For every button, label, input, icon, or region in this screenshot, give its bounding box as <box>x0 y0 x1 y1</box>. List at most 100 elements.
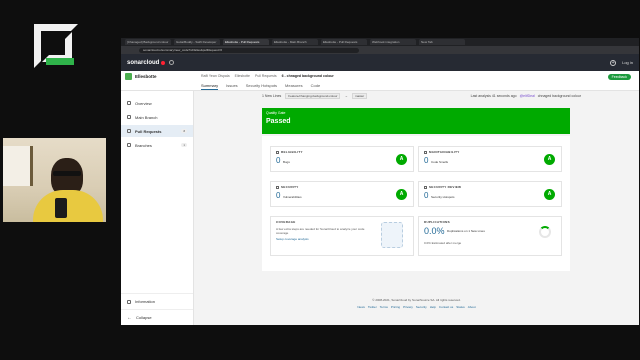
project-name[interactable]: Ellesbotte <box>135 74 157 79</box>
brand-name: sonarcloud <box>127 59 160 66</box>
browser-tab[interactable]: [Chanaged] Background colour <box>125 39 171 45</box>
phone <box>55 198 67 218</box>
duplications-donut-icon <box>539 226 551 238</box>
top-navigation: sonarcloud + Log in <box>121 54 639 71</box>
sidebar-item-label: Information <box>135 299 156 304</box>
tab-summary[interactable]: Summary <box>201 83 219 90</box>
sonarcloud-logo[interactable]: sonarcloud <box>127 59 175 66</box>
coverage-message: A few extra steps are needed for SonarCl… <box>276 227 365 235</box>
browser-tab[interactable]: New Tab <box>419 39 465 45</box>
sidebar-item-pull-requests[interactable]: Pull Requests 2 <box>121 125 193 137</box>
commit-author[interactable]: @elifDeal <box>520 94 535 98</box>
footer-link-security[interactable]: Security <box>416 305 427 309</box>
footer-link-help[interactable]: Help <box>430 305 436 309</box>
sidebar-item-label: Main Branch <box>135 114 158 120</box>
sidebar-item-label: Collapse <box>136 315 152 320</box>
vulnerabilities-count[interactable]: 0 <box>276 191 280 200</box>
collapse-arrow-icon: ← <box>127 314 132 321</box>
tab-measures[interactable]: Measures <box>285 83 303 90</box>
screen: [Chanaged] Background colour GuitarBuddy… <box>0 0 640 360</box>
footer-link-about[interactable]: About <box>468 305 476 309</box>
security-review-card: SECURITY REVIEW 0 Security Hotspots A <box>418 181 562 207</box>
shield-icon <box>424 185 427 189</box>
duplications-card: DUPLICATIONS 0.0% Duplications on 1 New … <box>418 216 562 256</box>
presenter-body <box>33 190 103 222</box>
create-icon[interactable]: + <box>610 59 617 66</box>
address-bar[interactable]: sonarcloud.io/summary/new_code?id=Elles&… <box>139 47 359 53</box>
source-branch: Feature/changing-background-colour <box>285 93 341 99</box>
security-hotspots-count[interactable]: 0 <box>424 191 428 200</box>
footer-link-terms[interactable]: Terms <box>380 305 388 309</box>
tab-strip: [Chanaged] Background colour GuitarBuddy… <box>121 38 639 46</box>
security-card: SECURITY 0 Vulnerabilities A <box>270 181 414 207</box>
bug-icon <box>276 150 279 154</box>
tab-security-hotspots[interactable]: Security Hotspots <box>246 83 277 90</box>
browser-tab[interactable]: Ellesbotte - Main Branch <box>272 39 318 45</box>
breadcrumb-project[interactable]: Ellesbotte <box>235 74 250 78</box>
duplications-estimate: 0.0% Estimated after merge <box>424 241 462 245</box>
channel-logo-bar <box>46 58 74 65</box>
browser-tab[interactable]: Ellesbotte - Pull Requests <box>321 39 367 45</box>
feedback-button[interactable]: Feedback <box>607 74 631 80</box>
footer-link-news[interactable]: News <box>357 305 365 309</box>
bugs-label: Bugs <box>283 160 290 164</box>
sidebar-item-main-branch[interactable]: Main Branch <box>121 111 193 123</box>
project-avatar <box>125 73 132 80</box>
sidebar-item-information[interactable]: Information <box>121 293 193 309</box>
reliability-rating[interactable]: A <box>396 154 407 165</box>
quality-gate-banner: Quality Gate Passed <box>262 108 570 134</box>
tab-issues[interactable]: Issues <box>226 83 238 90</box>
breadcrumb-pull-requests[interactable]: Pull Requests <box>255 74 277 78</box>
sidebar-collapse[interactable]: ← Collapse <box>121 309 193 325</box>
branch-icon <box>127 115 131 119</box>
footer-link-privacy[interactable]: Privacy <box>403 305 413 309</box>
help-icon[interactable] <box>169 60 175 65</box>
footer-link-pricing[interactable]: Pricing <box>391 305 400 309</box>
quality-gate-status: Passed <box>266 118 291 125</box>
footer: © 2008-2021, SonarCloud by SonarSource S… <box>194 298 639 309</box>
security-hotspots-label: Security Hotspots <box>431 195 455 199</box>
info-icon <box>127 299 131 304</box>
vulnerabilities-label: Vulnerabilities <box>283 195 302 199</box>
code-smells-count[interactable]: 0 <box>424 156 428 165</box>
browser-tab[interactable]: GuitarBuddy - Swift Developer <box>174 39 220 45</box>
sidebar: Overview Main Branch Pull Requests 2 Bra… <box>121 91 194 325</box>
code-smell-icon <box>424 150 427 154</box>
footer-link-contact[interactable]: Contact us <box>439 305 453 309</box>
bugs-count[interactable]: 0 <box>276 156 280 165</box>
breadcrumb-org[interactable]: Rafli Yean Olspala <box>201 74 230 78</box>
browser-tab[interactable]: Webhook integration <box>370 39 416 45</box>
login-link[interactable]: Log in <box>622 60 633 65</box>
security-rating[interactable]: A <box>396 189 407 200</box>
footer-link-status[interactable]: Status <box>456 305 465 309</box>
breadcrumb: Rafli Yean Olspala Ellesbotte Pull Reque… <box>201 74 334 78</box>
footer-link-twitter[interactable]: Twitter <box>368 305 377 309</box>
code-smells-label: Code Smells <box>431 160 449 164</box>
sidebar-item-overview[interactable]: Overview <box>121 97 193 109</box>
browser-window: [Chanaged] Background colour GuitarBuddy… <box>121 38 639 325</box>
duplications-label: Duplications on 1 New Lines <box>447 229 485 233</box>
main-content: 1 New Lines Feature/changing-background-… <box>194 91 639 325</box>
project-header: Ellesbotte Rafli Yean Olspala Ellesbotte… <box>121 71 639 91</box>
metrics-panel: RELIABILITY 0 Bugs A MAINTAINABILITY 0 C… <box>262 136 570 271</box>
duplications-value[interactable]: 0.0% <box>424 226 445 236</box>
brand-dot-icon <box>161 60 166 65</box>
count-badge: 1 <box>181 143 187 147</box>
project-tabs: Summary Issues Security Hotspots Measure… <box>201 83 320 90</box>
card-title: SECURITY REVIEW <box>429 185 462 189</box>
browser-tab-active[interactable]: Ellesbotte - Pull Requests <box>223 39 269 45</box>
card-title: DUPLICATIONS <box>424 220 450 224</box>
tab-code[interactable]: Code <box>311 83 321 90</box>
pull-request-icon <box>127 129 131 133</box>
security-review-rating[interactable]: A <box>544 189 555 200</box>
overview-icon <box>127 101 131 105</box>
coverage-illustration-icon <box>381 222 403 248</box>
card-title: COVERAGE <box>276 220 296 224</box>
card-title: SECURITY <box>281 185 299 189</box>
maintainability-rating[interactable]: A <box>544 154 555 165</box>
breadcrumb-current-pr[interactable]: 6 - chnaged background colour <box>282 74 334 78</box>
sidebar-item-label: Branches <box>135 142 152 148</box>
commit-message: chnaged background colour <box>537 94 581 98</box>
sidebar-item-branches[interactable]: Branches 1 <box>121 139 193 151</box>
new-lines: 1 New Lines <box>262 94 282 98</box>
